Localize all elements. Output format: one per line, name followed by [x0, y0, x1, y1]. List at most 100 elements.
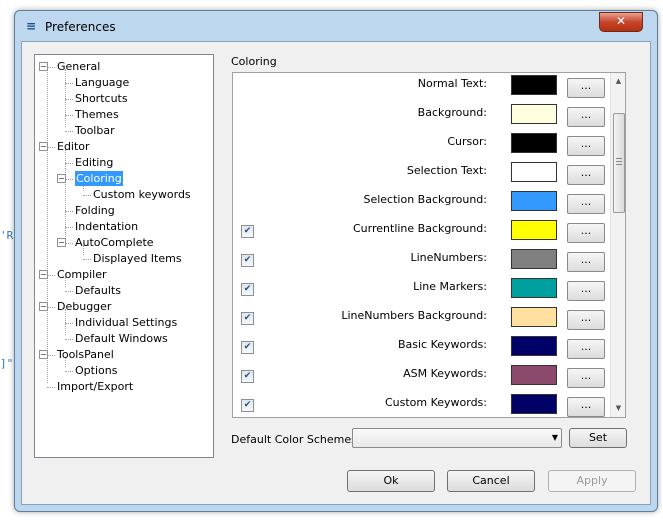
color-picker-button[interactable]: ... — [567, 310, 605, 330]
color-picker-button[interactable]: ... — [567, 136, 605, 156]
color-row-label: Selection Background: — [363, 193, 487, 206]
tree-item-custom-keywords[interactable]: Custom keywords — [93, 187, 191, 202]
enable-checkbox[interactable]: ✔ — [241, 399, 254, 412]
color-picker-button[interactable]: ... — [567, 368, 605, 388]
tree-connector — [65, 163, 73, 164]
tree-expander-icon[interactable]: − — [39, 270, 48, 279]
tree-connector — [65, 179, 73, 180]
vertical-scrollbar[interactable]: ▲ ▼ — [610, 73, 625, 417]
tree-expander-icon[interactable]: − — [39, 350, 48, 359]
coloring-group-label: Coloring — [231, 55, 277, 68]
scroll-up-arrow-icon[interactable]: ▲ — [611, 74, 625, 88]
color-picker-button[interactable]: ... — [567, 165, 605, 185]
color-swatch[interactable] — [511, 336, 557, 356]
color-swatch[interactable] — [511, 191, 557, 211]
tree-expander-icon[interactable]: − — [39, 302, 48, 311]
color-row-label: Normal Text: — [417, 77, 487, 90]
tree-item-general[interactable]: General — [57, 59, 100, 74]
set-button[interactable]: Set — [569, 428, 627, 448]
color-row-label: Line Markers: — [413, 280, 487, 293]
color-picker-button[interactable]: ... — [567, 107, 605, 127]
tree-item-coloring[interactable]: Coloring — [75, 171, 123, 186]
color-picker-button[interactable]: ... — [567, 252, 605, 272]
scroll-thumb[interactable] — [613, 113, 625, 213]
tree-item-compiler[interactable]: Compiler — [57, 267, 107, 282]
color-row-label: Selection Text: — [406, 164, 487, 177]
tree-connector — [65, 211, 73, 212]
color-swatch[interactable] — [511, 249, 557, 269]
enable-checkbox[interactable]: ✔ — [241, 225, 254, 238]
tree-item-editor[interactable]: Editor — [57, 139, 90, 154]
tree-item-language[interactable]: Language — [75, 75, 129, 90]
tree-connector — [65, 339, 73, 340]
tree-connector — [47, 307, 55, 308]
color-picker-button[interactable]: ... — [567, 397, 605, 417]
color-picker-button[interactable]: ... — [567, 281, 605, 301]
tree-item-themes[interactable]: Themes — [75, 107, 119, 122]
enable-checkbox[interactable]: ✔ — [241, 312, 254, 325]
enable-checkbox[interactable]: ✔ — [241, 254, 254, 267]
color-swatch[interactable] — [511, 394, 557, 414]
color-row-label: LineNumbers: — [410, 251, 487, 264]
color-picker-button[interactable]: ... — [567, 339, 605, 359]
tree-item-defaults[interactable]: Defaults — [75, 283, 121, 298]
grip-line — [616, 158, 622, 159]
dropdown-arrow-icon: ▼ — [551, 433, 558, 442]
title-bar[interactable]: ≡ Preferences ✕ — [15, 11, 657, 41]
background-text-fragment: ]" — [0, 357, 14, 370]
tree-connector — [83, 259, 91, 260]
tree-item-individual-settings[interactable]: Individual Settings — [75, 315, 177, 330]
grip-line — [616, 164, 622, 165]
color-swatch[interactable] — [511, 307, 557, 327]
enable-checkbox[interactable]: ✔ — [241, 370, 254, 383]
tree-item-displayed-items[interactable]: Displayed Items — [93, 251, 182, 266]
color-schemes-label: Default Color Schemes: — [231, 433, 361, 446]
background-text-fragment: 'R — [0, 229, 14, 242]
tree-expander-icon[interactable]: − — [39, 62, 48, 71]
tree-connector — [65, 69, 66, 127]
tree-connector — [47, 69, 48, 383]
close-button[interactable]: ✕ — [599, 12, 643, 32]
tree-connector — [47, 147, 55, 148]
color-schemes-dropdown[interactable]: ▼ — [352, 428, 562, 448]
color-swatch[interactable] — [511, 104, 557, 124]
tree-connector — [65, 323, 73, 324]
tree-item-shortcuts[interactable]: Shortcuts — [75, 91, 128, 106]
color-swatch[interactable] — [511, 365, 557, 385]
color-picker-button[interactable]: ... — [567, 223, 605, 243]
apply-button[interactable]: Apply — [548, 470, 636, 492]
tree-item-debugger[interactable]: Debugger — [57, 299, 111, 314]
color-swatch[interactable] — [511, 75, 557, 95]
color-row-label: ASM Keywords: — [403, 367, 487, 380]
tree-item-editing[interactable]: Editing — [75, 155, 113, 170]
color-row-label: Cursor: — [447, 135, 487, 148]
tree-item-folding[interactable]: Folding — [75, 203, 115, 218]
color-swatch[interactable] — [511, 220, 557, 240]
enable-checkbox[interactable]: ✔ — [241, 283, 254, 296]
tree-expander-icon[interactable]: − — [57, 174, 66, 183]
tree-item-toolspanel[interactable]: ToolsPanel — [57, 347, 114, 362]
tree-item-indentation[interactable]: Indentation — [75, 219, 138, 234]
window-title: Preferences — [45, 20, 116, 34]
color-row-label: Background: — [417, 106, 487, 119]
tree-expander-icon[interactable]: − — [39, 142, 48, 151]
color-picker-button[interactable]: ... — [567, 78, 605, 98]
enable-checkbox[interactable]: ✔ — [241, 341, 254, 354]
tree-connector — [65, 115, 73, 116]
color-swatch[interactable] — [511, 162, 557, 182]
tree-connector — [47, 275, 55, 276]
tree-item-import-export[interactable]: Import/Export — [57, 379, 133, 394]
tree-item-options[interactable]: Options — [75, 363, 117, 378]
color-swatch[interactable] — [511, 278, 557, 298]
tree-expander-icon[interactable]: − — [57, 238, 66, 247]
scroll-down-arrow-icon[interactable]: ▼ — [611, 401, 625, 415]
settings-tree[interactable]: − General Language Shortcuts Themes Toolbar − E… — [34, 54, 214, 458]
tree-item-autocomplete[interactable]: AutoComplete — [75, 235, 154, 250]
color-picker-button[interactable]: ... — [567, 194, 605, 214]
ok-button[interactable]: Ok — [347, 470, 435, 492]
tree-connector — [83, 195, 91, 196]
tree-item-default-windows[interactable]: Default Windows — [75, 331, 168, 346]
color-swatch[interactable] — [511, 133, 557, 153]
tree-item-toolbar[interactable]: Toolbar — [75, 123, 115, 138]
cancel-button[interactable]: Cancel — [447, 470, 535, 492]
